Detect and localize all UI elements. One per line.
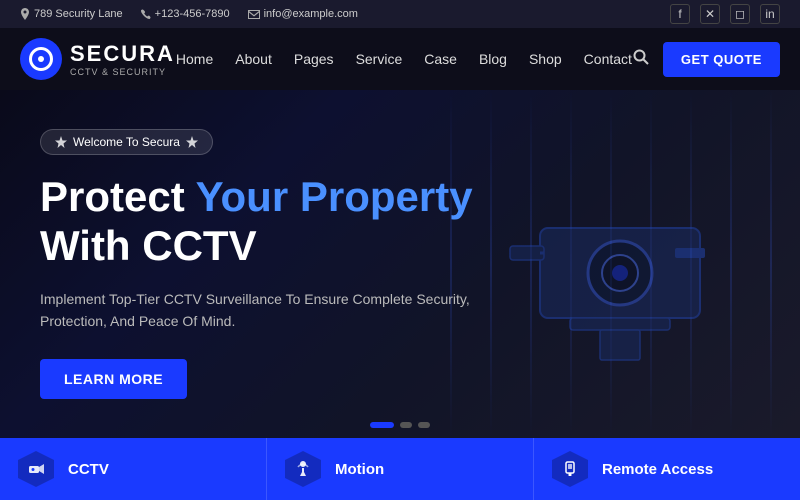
nav-case[interactable]: Case <box>424 51 457 67</box>
logo-icon <box>20 38 62 80</box>
motion-icon <box>285 451 321 487</box>
hero-line-9 <box>770 90 772 438</box>
card-remote: Remote Access <box>534 438 800 500</box>
nav-about[interactable]: About <box>235 51 272 67</box>
slider-dot-2[interactable] <box>400 422 412 428</box>
card-cctv: CCTV <box>0 438 267 500</box>
card-cctv-title: CCTV <box>68 461 109 478</box>
learn-more-button[interactable]: LEARN MORE <box>40 359 187 399</box>
navbar: SECURA CCTV & SECURITY Home About Pages … <box>0 28 800 90</box>
address: 789 Security Lane <box>20 8 123 20</box>
cctv-icon <box>18 451 54 487</box>
card-motion: Motion <box>267 438 534 500</box>
email: info@example.com <box>248 8 358 20</box>
logo-text: SECURA CCTV & SECURITY <box>70 41 175 77</box>
feature-cards-row: CCTV Motion Remote Access <box>0 438 800 500</box>
card-remote-title: Remote Access <box>602 461 713 478</box>
get-quote-button[interactable]: GET QUOTE <box>663 42 780 77</box>
remote-access-icon <box>552 451 588 487</box>
hero-title-accent: Your Property <box>196 173 473 220</box>
nav-blog[interactable]: Blog <box>479 51 507 67</box>
card-motion-title: Motion <box>335 461 384 478</box>
hero-section: Welcome To Secura Protect Your Property … <box>0 90 800 438</box>
nav-links: Home About Pages Service Case Blog Shop … <box>176 51 632 67</box>
slider-dot-1[interactable] <box>370 422 394 428</box>
hero-title-line2: With CCTV <box>40 222 257 269</box>
social-links[interactable]: f ✕ ◻ in <box>670 4 780 24</box>
logo-icon-inner <box>38 56 44 62</box>
welcome-badge: Welcome To Secura <box>40 129 213 155</box>
nav-service[interactable]: Service <box>356 51 403 67</box>
hero-content: Welcome To Secura Protect Your Property … <box>0 99 520 428</box>
nav-shop[interactable]: Shop <box>529 51 562 67</box>
topbar: 789 Security Lane +123-456-7890 info@exa… <box>0 0 800 28</box>
logo-brand: SECURA <box>70 41 175 67</box>
instagram-link[interactable]: ◻ <box>730 4 750 24</box>
nav-contact[interactable]: Contact <box>584 51 632 67</box>
hero-title: Protect Your Property With CCTV <box>40 173 480 270</box>
hero-description: Implement Top-Tier CCTV Surveillance To … <box>40 288 480 333</box>
slider-dot-3[interactable] <box>418 422 430 428</box>
nav-home[interactable]: Home <box>176 51 213 67</box>
nav-right: GET QUOTE <box>633 42 780 77</box>
linkedin-link[interactable]: in <box>760 4 780 24</box>
hero-title-plain: Protect <box>40 173 196 220</box>
phone: +123-456-7890 <box>141 8 230 20</box>
logo: SECURA CCTV & SECURITY <box>20 38 175 80</box>
slider-dots <box>370 422 430 428</box>
logo-sub: CCTV & SECURITY <box>70 67 175 77</box>
search-button[interactable] <box>633 49 649 70</box>
facebook-link[interactable]: f <box>670 4 690 24</box>
nav-pages[interactable]: Pages <box>294 51 334 67</box>
topbar-contact: 789 Security Lane +123-456-7890 info@exa… <box>20 8 358 20</box>
twitter-link[interactable]: ✕ <box>700 4 720 24</box>
